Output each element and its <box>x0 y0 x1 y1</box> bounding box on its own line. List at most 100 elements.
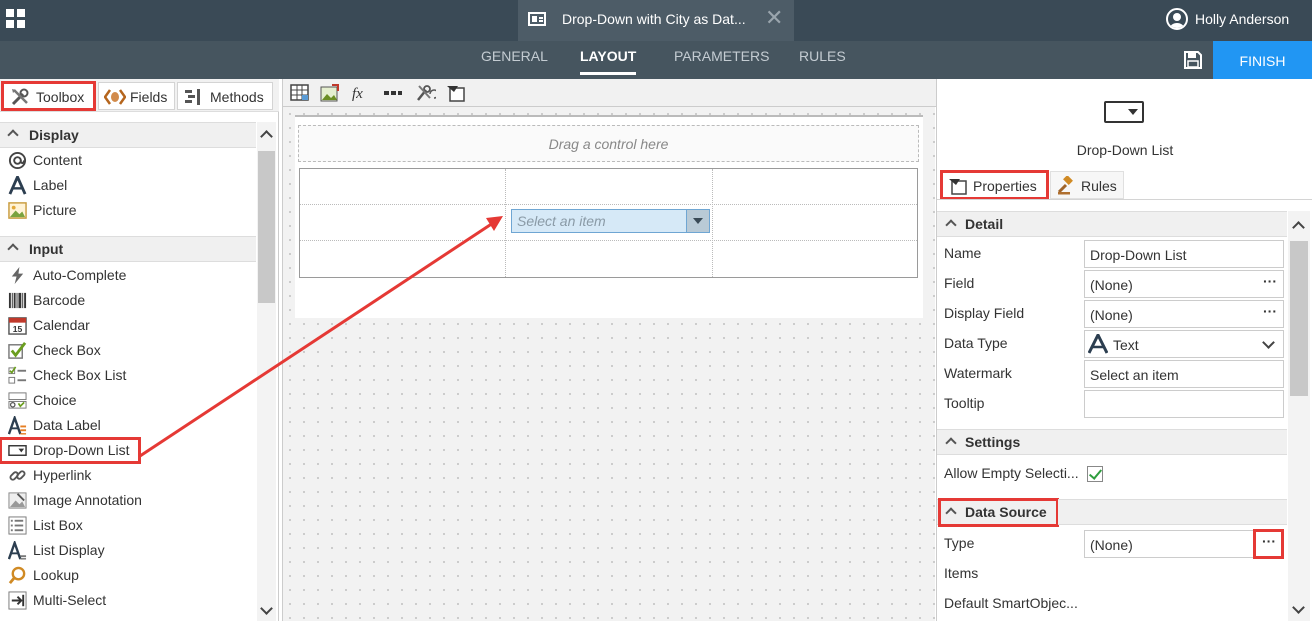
tab-layout[interactable]: LAYOUT <box>580 48 637 75</box>
close-tab-icon[interactable]: ✕ <box>765 6 783 30</box>
scroll-up-icon[interactable] <box>1292 221 1305 234</box>
label-a-icon <box>8 176 27 195</box>
svg-text:15: 15 <box>13 324 23 334</box>
canvas-toolbar: fx <box>283 79 936 107</box>
image-insert-icon[interactable] <box>320 84 340 102</box>
toolbox-item-label: Drop-Down List <box>33 442 130 458</box>
toolbox-item-auto-complete[interactable]: Auto-Complete <box>0 263 256 288</box>
drop-down-list-control[interactable]: Select an item <box>511 209 710 233</box>
toolbox-scrollbar[interactable] <box>257 122 276 621</box>
toolbox-item-multi-select[interactable]: Multi-Select <box>0 588 256 613</box>
toolbox-item-calendar[interactable]: 15 Calendar <box>0 313 256 338</box>
title-bar: Drop-Down with City as Dat... ✕ Holly An… <box>0 0 1312 41</box>
toolbox-item-check-box[interactable]: Check Box <box>0 338 256 363</box>
watermark-input[interactable]: Select an item <box>1084 360 1284 388</box>
allow-empty-checkbox[interactable] <box>1087 466 1103 482</box>
finish-button[interactable]: FINISH <box>1213 41 1312 79</box>
chevron-down-icon[interactable] <box>1262 336 1275 349</box>
property-key: Tooltip <box>944 395 985 411</box>
toolbox-item-choice[interactable]: Choice <box>0 388 256 413</box>
properties-card-icon[interactable] <box>446 84 466 102</box>
save-icon[interactable] <box>1183 50 1203 70</box>
document-title: Drop-Down with City as Dat... <box>562 11 746 27</box>
document-tab[interactable]: Drop-Down with City as Dat... ✕ <box>518 0 794 41</box>
calendar-icon: 15 <box>8 317 27 335</box>
toolbox-item-label: Multi-Select <box>33 592 107 608</box>
scroll-thumb[interactable] <box>258 151 275 303</box>
toolbox-item-drop-down-list[interactable]: Drop-Down List <box>0 437 141 464</box>
toolbox-item-lookup[interactable]: Lookup <box>0 563 256 588</box>
dropdown-icon <box>8 445 27 456</box>
data-type-select[interactable]: Text <box>1084 330 1284 358</box>
toolbox-item-label: List Box <box>33 517 83 533</box>
scroll-down-icon[interactable] <box>1292 601 1305 614</box>
toolbox-item-list-box[interactable]: List Box <box>0 513 256 538</box>
at-sign-icon <box>8 151 27 170</box>
property-key: Type <box>944 535 975 551</box>
table-icon[interactable] <box>290 84 310 102</box>
name-input[interactable]: Drop-Down List <box>1084 240 1284 268</box>
section-detail[interactable]: Detail <box>937 211 1287 237</box>
toolbox-item-hyperlink[interactable]: Hyperlink <box>0 463 256 488</box>
scroll-up-icon[interactable] <box>260 130 273 143</box>
type-input[interactable]: (None) ··· <box>1084 529 1284 559</box>
tab-parameters[interactable]: PARAMETERS <box>674 48 769 64</box>
toolbox-item-barcode[interactable]: Barcode <box>0 288 256 313</box>
control-type-title: Drop-Down List <box>1076 142 1174 158</box>
toolbox-item-label-text: Label <box>33 177 68 193</box>
toolbox-item-label: Content <box>33 152 83 168</box>
scroll-down-icon[interactable] <box>260 602 273 615</box>
toolbox-item-data-label[interactable]: Data Label <box>0 413 256 438</box>
ellipsis-icon[interactable]: ··· <box>1263 273 1277 289</box>
toolbox-item-picture[interactable]: Picture <box>0 198 256 223</box>
section-settings[interactable]: Settings <box>937 429 1287 455</box>
tab-properties[interactable]: Properties <box>940 170 1049 200</box>
section-display[interactable]: Display <box>0 122 256 148</box>
tab-fields[interactable]: Fields <box>98 82 175 110</box>
toolbox-item-label: Choice <box>33 392 77 408</box>
toolbox-item-content[interactable]: Content <box>0 148 256 173</box>
toolbox-item-image-annotation[interactable]: Image Annotation <box>0 488 256 513</box>
type-ellipsis-button[interactable]: ··· <box>1253 529 1284 559</box>
link-icon <box>9 470 26 481</box>
tab-general[interactable]: GENERAL <box>481 48 548 64</box>
app-grid-icon[interactable] <box>6 9 26 29</box>
tools-icon <box>11 88 29 106</box>
barcode-icon <box>8 292 27 309</box>
field-input[interactable]: (None) ··· <box>1084 270 1284 298</box>
tab-rules-label: Rules <box>1081 178 1117 194</box>
toolbox-item-list-display[interactable]: List Display <box>0 538 256 563</box>
property-key: Field <box>944 275 975 291</box>
toolbox-item-label[interactable]: Label <box>0 173 256 198</box>
display-field-input[interactable]: (None) ··· <box>1084 300 1284 328</box>
property-key: Data Type <box>944 335 1008 351</box>
tab-methods[interactable]: Methods <box>177 82 273 110</box>
scroll-thumb[interactable] <box>1290 241 1308 396</box>
multi-select-icon <box>8 591 27 610</box>
tab-rules-panel[interactable]: Rules <box>1050 171 1124 199</box>
dropdown-control-icon <box>1104 101 1144 123</box>
methods-icon <box>185 89 200 105</box>
property-field: Field (None) ··· <box>937 269 1287 299</box>
line-icon[interactable] <box>383 84 403 102</box>
tab-underline <box>937 199 1312 200</box>
tooltip-input[interactable] <box>1084 390 1284 418</box>
tools-refresh-icon[interactable] <box>416 84 436 102</box>
tab-rules[interactable]: RULES <box>799 48 846 64</box>
fields-icon <box>104 89 126 105</box>
toolbox-item-check-box-list[interactable]: Check Box List <box>0 363 256 388</box>
layout-canvas[interactable]: fx Drag a control here Select an item <box>282 79 936 621</box>
section-data-source-bar <box>1058 499 1287 525</box>
tab-toolbox[interactable]: Toolbox <box>1 81 96 111</box>
properties-scrollbar[interactable] <box>1288 211 1310 621</box>
property-key: Allow Empty Selecti... <box>944 465 1079 481</box>
ellipsis-icon: ··· <box>1262 533 1276 549</box>
section-input[interactable]: Input <box>0 236 256 262</box>
lightning-icon <box>11 266 24 285</box>
function-icon[interactable]: fx <box>350 84 370 102</box>
drop-zone[interactable]: Drag a control here <box>298 125 919 162</box>
chevron-up-icon <box>7 129 19 141</box>
ellipsis-icon[interactable]: ··· <box>1263 303 1277 319</box>
chevron-down-icon[interactable] <box>686 210 709 232</box>
checkbox-list-icon <box>8 366 27 384</box>
